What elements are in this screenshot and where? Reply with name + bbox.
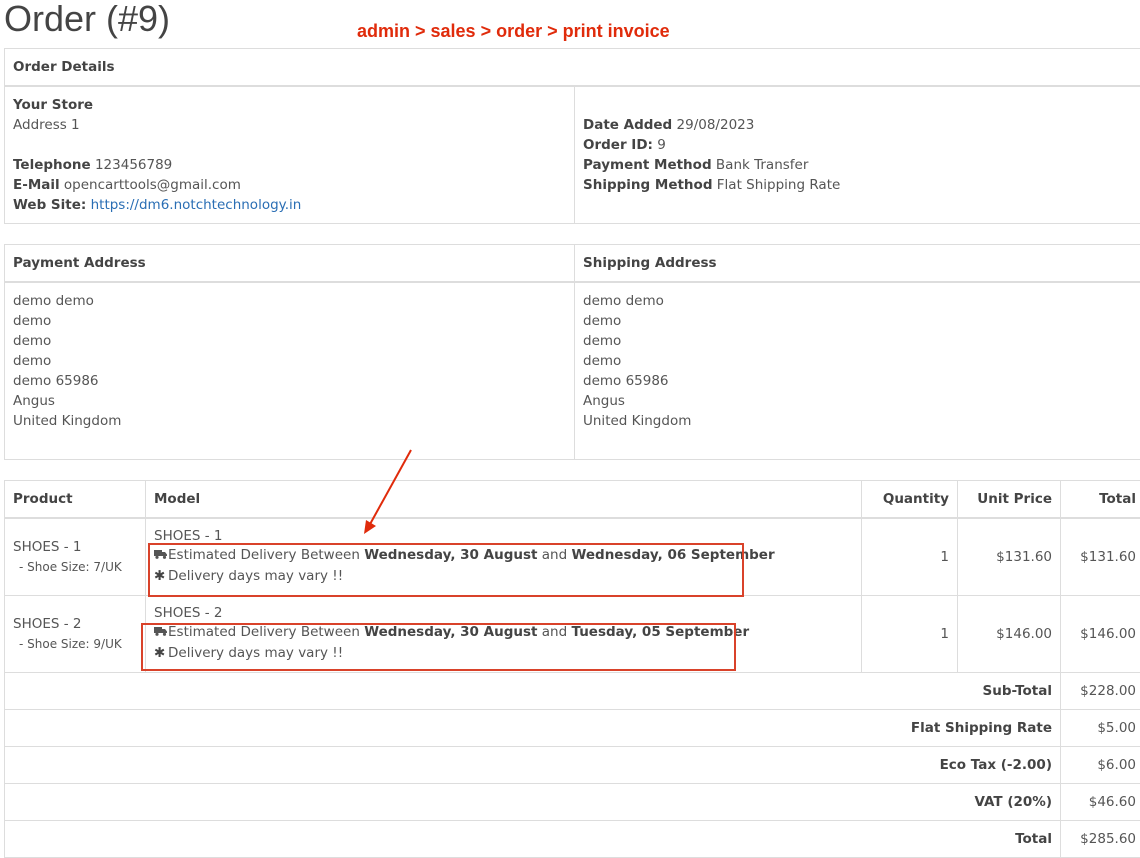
asterisk-icon: ✱ xyxy=(154,643,168,663)
telephone-label: Telephone xyxy=(13,157,91,173)
model-value: SHOES - 1 xyxy=(154,527,853,545)
payment-address-line: demo demo xyxy=(13,293,94,309)
model-cell: SHOES - 2 Estimated Delivery Between Wed… xyxy=(146,595,862,672)
delivery-note: Delivery days may vary !! xyxy=(168,568,343,584)
totals-value: $228.00 xyxy=(1061,672,1140,709)
product-cell: SHOES - 2 - Shoe Size: 9/UK xyxy=(5,595,146,672)
col-unit-price: Unit Price xyxy=(958,481,1061,519)
quantity-cell: 1 xyxy=(862,518,958,595)
delivery-prefix: Estimated Delivery Between xyxy=(168,547,360,563)
product-option: - Shoe Size: 7/UK xyxy=(13,557,137,577)
totals-label: Eco Tax (-2.00) xyxy=(5,746,1061,783)
table-row: SHOES - 2 - Shoe Size: 9/UK SHOES - 2 Es… xyxy=(5,595,1140,672)
store-address: Address 1 xyxy=(13,117,80,133)
totals-label: Total xyxy=(5,820,1061,857)
shipping-address-line: United Kingdom xyxy=(583,413,691,429)
payment-address-line: demo xyxy=(13,353,51,369)
totals-value: $5.00 xyxy=(1061,709,1140,746)
totals-value: $285.60 xyxy=(1061,820,1140,857)
annotation-breadcrumb: admin > sales > order > print invoice xyxy=(357,21,670,42)
col-total: Total xyxy=(1061,481,1140,519)
product-name: SHOES - 1 xyxy=(13,537,137,557)
order-details-table: Order Details Your Store Address 1 Telep… xyxy=(4,48,1140,224)
delivery-from: Wednesday, 30 August xyxy=(364,624,537,640)
date-added-label: Date Added xyxy=(583,117,672,133)
payment-method-value: Bank Transfer xyxy=(716,157,808,173)
website-label: Web Site: xyxy=(13,197,86,213)
email-value: opencarttools@gmail.com xyxy=(64,177,241,193)
website-link[interactable]: https://dm6.notchtechnology.in xyxy=(91,197,302,213)
model-value: SHOES - 2 xyxy=(154,604,853,622)
quantity-cell: 1 xyxy=(862,595,958,672)
truck-icon xyxy=(154,546,168,566)
email-label: E-Mail xyxy=(13,177,60,193)
delivery-to: Wednesday, 06 September xyxy=(571,547,774,563)
product-name: SHOES - 2 xyxy=(13,614,137,634)
totals-value: $6.00 xyxy=(1061,746,1140,783)
shipping-address-line: demo xyxy=(583,353,621,369)
payment-address-line: Angus xyxy=(13,393,55,409)
delivery-to: Tuesday, 05 September xyxy=(571,624,749,640)
shipping-address-heading: Shipping Address xyxy=(575,245,1140,283)
totals-row: Sub-Total $228.00 xyxy=(5,672,1140,709)
delivery-note: Delivery days may vary !! xyxy=(168,645,343,661)
truck-icon xyxy=(154,623,168,643)
total-cell: $131.60 xyxy=(1061,518,1140,595)
payment-address-line: demo xyxy=(13,313,51,329)
shipping-method-value: Flat Shipping Rate xyxy=(717,177,841,193)
totals-row: VAT (20%) $46.60 xyxy=(5,783,1140,820)
totals-label: Sub-Total xyxy=(5,672,1061,709)
address-table: Payment Address Shipping Address demo de… xyxy=(4,244,1140,460)
payment-method-label: Payment Method xyxy=(583,157,712,173)
delivery-and: and xyxy=(542,547,567,563)
product-option: - Shoe Size: 9/UK xyxy=(13,634,137,654)
totals-row: Total $285.60 xyxy=(5,820,1140,857)
totals-label: VAT (20%) xyxy=(5,783,1061,820)
products-table: Product Model Quantity Unit Price Total … xyxy=(4,480,1140,858)
totals-label: Flat Shipping Rate xyxy=(5,709,1061,746)
totals-value: $46.60 xyxy=(1061,783,1140,820)
shipping-address-line: demo demo xyxy=(583,293,664,309)
delivery-prefix: Estimated Delivery Between xyxy=(168,624,360,640)
col-quantity: Quantity xyxy=(862,481,958,519)
shipping-method-label: Shipping Method xyxy=(583,177,712,193)
shipping-address-cell: demo demo demo demo demo demo 65986 Angu… xyxy=(575,282,1140,460)
total-cell: $146.00 xyxy=(1061,595,1140,672)
delivery-from: Wednesday, 30 August xyxy=(364,547,537,563)
table-row: SHOES - 1 - Shoe Size: 7/UK SHOES - 1 Es… xyxy=(5,518,1140,595)
payment-address-line: demo xyxy=(13,333,51,349)
asterisk-icon: ✱ xyxy=(154,566,168,586)
order-details-heading: Order Details xyxy=(5,49,1140,87)
date-added-value: 29/08/2023 xyxy=(677,117,755,133)
payment-address-line: demo 65986 xyxy=(13,373,99,389)
telephone-value: 123456789 xyxy=(95,157,172,173)
totals-row: Flat Shipping Rate $5.00 xyxy=(5,709,1140,746)
payment-address-cell: demo demo demo demo demo demo 65986 Angu… xyxy=(5,282,575,460)
col-model: Model xyxy=(146,481,862,519)
shipping-address-line: demo xyxy=(583,313,621,329)
unit-price-cell: $131.60 xyxy=(958,518,1061,595)
unit-price-cell: $146.00 xyxy=(958,595,1061,672)
page-title: Order (#9) xyxy=(4,0,170,40)
payment-address-line: United Kingdom xyxy=(13,413,121,429)
shipping-address-line: Angus xyxy=(583,393,625,409)
order-info-cell: Date Added 29/08/2023 Order ID: 9 Paymen… xyxy=(575,86,1140,224)
shipping-address-line: demo 65986 xyxy=(583,373,669,389)
delivery-and: and xyxy=(542,624,567,640)
order-id-value: 9 xyxy=(657,137,666,153)
col-product: Product xyxy=(5,481,146,519)
store-name: Your Store xyxy=(13,97,93,113)
shipping-address-line: demo xyxy=(583,333,621,349)
product-cell: SHOES - 1 - Shoe Size: 7/UK xyxy=(5,518,146,595)
model-cell: SHOES - 1 Estimated Delivery Between Wed… xyxy=(146,518,862,595)
payment-address-heading: Payment Address xyxy=(5,245,575,283)
order-id-label: Order ID: xyxy=(583,137,653,153)
store-info-cell: Your Store Address 1 Telephone 123456789… xyxy=(5,86,575,224)
totals-row: Eco Tax (-2.00) $6.00 xyxy=(5,746,1140,783)
